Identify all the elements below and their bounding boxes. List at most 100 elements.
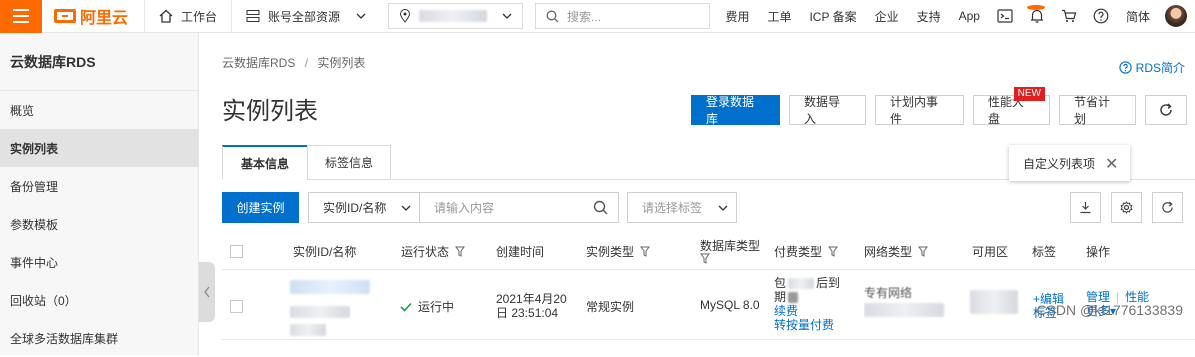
sidebar-item-backup[interactable]: 备份管理 (0, 167, 198, 205)
filter-field-select[interactable]: 实例ID/名称 (308, 192, 420, 223)
workbench-label: 工作台 (181, 9, 218, 24)
terminal-icon[interactable] (989, 9, 1021, 23)
instance-id-blurred[interactable] (290, 280, 370, 336)
page-title: 实例列表 (222, 98, 318, 125)
select-all-checkbox[interactable] (230, 245, 243, 258)
tab-basic-info[interactable]: 基本信息 (222, 145, 308, 180)
rds-intro-label: RDS简介 (1135, 61, 1185, 75)
col-network: 网络类型 (864, 233, 929, 270)
pay-line1b: 后到 (816, 276, 841, 290)
col-status-label: 运行状态 (401, 245, 450, 259)
table-header: 实例ID/名称 运行状态 创建时间 实例类型 数据库类型 付费类型 网络类型 可… (222, 233, 1195, 270)
search-icon[interactable] (593, 200, 608, 215)
refresh-icon (1160, 103, 1172, 116)
row-checkbox[interactable] (230, 300, 243, 313)
chevron-down-icon (502, 13, 512, 19)
sidebar-item-events[interactable]: 事件中心 (0, 243, 198, 281)
col-created: 创建时间 (496, 233, 544, 270)
search-input[interactable]: 请输入内容 (419, 192, 619, 223)
tab-tag-info[interactable]: 标签信息 (307, 145, 391, 180)
col-instance-type: 实例类型 (586, 233, 651, 270)
data-import-button[interactable]: 数据导入 (789, 95, 866, 126)
chevron-left-icon (204, 286, 210, 298)
breadcrumb-instances: 实例列表 (317, 56, 366, 70)
breadcrumb-separator: / (304, 56, 309, 70)
sidebar: 云数据库RDS 概览 实例列表 备份管理 参数模板 事件中心 回收站（0） 全球… (0, 33, 199, 355)
home-icon (159, 9, 173, 23)
settings-button[interactable] (1111, 192, 1142, 223)
filter-icon[interactable] (455, 246, 466, 257)
custom-columns-label: 自定义列表项 (1023, 156, 1096, 171)
menu-icon[interactable] (0, 0, 42, 33)
filter-icon[interactable] (700, 253, 710, 264)
perf-dashboard-button[interactable]: 性能大盘 NEW (973, 87, 1050, 126)
bell-icon[interactable] (1021, 5, 1053, 24)
network-text: 专有网络 (864, 286, 913, 300)
breadcrumb: 云数据库RDS / 实例列表 (222, 54, 365, 71)
sidebar-item-global-cluster[interactable]: 全球多活数据库集群 (0, 319, 198, 357)
filter-icon[interactable] (918, 246, 929, 257)
nav-app[interactable]: App (950, 9, 989, 23)
instance-type: 常规实例 (586, 300, 635, 314)
new-badge: NEW (1013, 87, 1045, 101)
sidebar-collapse-handle[interactable] (199, 262, 215, 322)
watermark: CSDN @kt1776133839 (1036, 302, 1183, 318)
status-cell: 运行中 (400, 298, 454, 315)
sidebar-item-instances[interactable]: 实例列表 (0, 129, 198, 167)
download-button[interactable] (1070, 192, 1101, 223)
logo-text: 阿里云 (80, 10, 129, 27)
chevron-down-icon (401, 205, 411, 211)
account-resources-dropdown[interactable]: 账号全部资源 (232, 0, 378, 33)
close-icon[interactable]: ✕ (1105, 154, 1118, 174)
breadcrumb-rds[interactable]: 云数据库RDS (222, 56, 295, 70)
refresh-button[interactable] (1145, 95, 1187, 125)
planned-events-button[interactable]: 计划内事件 (875, 95, 964, 126)
rds-intro-link[interactable]: RDS简介 (1119, 59, 1185, 76)
create-instance-button[interactable]: 创建实例 (222, 192, 299, 223)
global-search[interactable]: 搜索... (535, 3, 711, 29)
refresh-icon (1162, 201, 1173, 213)
search-icon (546, 10, 559, 22)
chevron-down-icon (356, 13, 366, 19)
search-placeholder: 搜索... (567, 9, 602, 24)
question-icon (1119, 61, 1132, 74)
network-cell: 专有网络 (864, 284, 954, 324)
language-switch[interactable]: 简体 (1117, 8, 1159, 25)
sidebar-item-recycle-bin[interactable]: 回收站（0） (0, 281, 198, 319)
col-pay-type: 付费类型 (774, 233, 839, 270)
nav-icp[interactable]: ICP 备案 (800, 8, 865, 25)
region-dropdown[interactable] (388, 3, 524, 29)
workbench-button[interactable]: 工作台 (145, 0, 231, 33)
custom-columns-popover: 自定义列表项 ✕ (1009, 145, 1130, 181)
col-instance-type-label: 实例类型 (586, 245, 635, 259)
col-tags-label: 标签 (1032, 245, 1057, 259)
zone-blurred (970, 290, 1018, 314)
search-input-placeholder: 请输入内容 (434, 201, 495, 215)
tag-select[interactable]: 请选择标签 (627, 192, 737, 223)
col-status: 运行状态 (401, 233, 466, 270)
created-cell: 2021年4月20 日 23:51:04 (496, 292, 567, 320)
nav-support[interactable]: 支持 (908, 8, 950, 25)
filter-icon[interactable] (640, 246, 651, 257)
nav-fees[interactable]: 费用 (716, 8, 758, 25)
renew-link[interactable]: 续费 (774, 304, 849, 318)
tabs: 基本信息 标签信息 (222, 145, 391, 180)
col-created-label: 创建时间 (496, 245, 545, 259)
sidebar-item-overview[interactable]: 概览 (0, 91, 198, 129)
chevron-down-icon (718, 205, 728, 211)
table-refresh-button[interactable] (1152, 192, 1183, 223)
col-actions: 操作 (1086, 233, 1110, 270)
aliyun-logo[interactable]: 阿里云 (54, 4, 144, 28)
avatar[interactable] (1165, 5, 1187, 27)
switch-pay-link[interactable]: 转按量付费 (774, 318, 849, 332)
login-db-button[interactable]: 登录数据库 (691, 95, 780, 126)
help-icon[interactable] (1085, 8, 1117, 24)
region-blurred (419, 10, 488, 22)
nav-enterprise[interactable]: 企业 (866, 8, 908, 25)
sidebar-item-param-templates[interactable]: 参数模板 (0, 205, 198, 243)
filter-icon[interactable] (828, 246, 839, 257)
nav-ticket[interactable]: 工单 (758, 8, 800, 25)
header-buttons: 登录数据库 数据导入 计划内事件 性能大盘 NEW 节省计划 (691, 87, 1187, 126)
cart-icon[interactable] (1053, 9, 1085, 23)
savings-plan-button[interactable]: 节省计划 (1059, 95, 1136, 126)
